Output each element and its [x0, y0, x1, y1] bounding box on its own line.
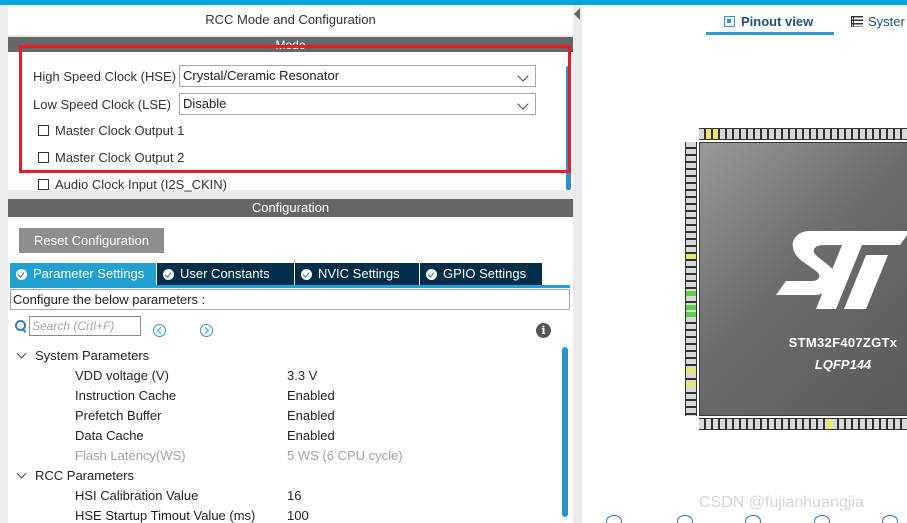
chevron-left-icon[interactable]: [153, 324, 166, 337]
param-name: Prefetch Buffer: [75, 407, 162, 423]
config-scrollbar[interactable]: [562, 347, 568, 517]
mcu-chip[interactable]: STM32F407ZGTx LQFP144: [685, 128, 907, 430]
param-value: Enabled: [287, 427, 335, 443]
tab-user-constants[interactable]: User Constants: [157, 263, 294, 285]
zoom-toolbar: [600, 515, 900, 523]
zoom-in-icon[interactable]: [606, 515, 622, 523]
configuration-header: Configuration: [8, 199, 573, 217]
configuration-section: Configuration Reset Configuration Parame…: [8, 199, 573, 523]
list-icon: [851, 15, 863, 27]
param-name: VDD voltage (V): [75, 367, 169, 383]
panel-title: RCC Mode and Configuration: [8, 5, 573, 35]
check-circle-icon: [301, 268, 312, 280]
pin-highlight: [686, 254, 696, 259]
param-name: Flash Latency(WS): [75, 447, 186, 463]
st-logo: [776, 231, 907, 309]
check-circle-icon: [16, 268, 27, 280]
collapse-arrow-icon[interactable]: [574, 8, 580, 20]
tab-parameter-settings[interactable]: Parameter Settings: [10, 263, 156, 285]
audio-clock-input-checkbox[interactable]: [38, 178, 49, 190]
pin-assigned[interactable]: [686, 312, 696, 317]
group-label: RCC Parameters: [35, 467, 134, 483]
tab-gpio-settings[interactable]: GPIO Settings: [420, 263, 542, 285]
config-description: Configure the below parameters :: [10, 289, 570, 310]
fit-icon[interactable]: [677, 515, 693, 523]
tab-pinout-view[interactable]: Pinout view: [706, 11, 834, 35]
search-row: [14, 316, 141, 336]
chip-package: LQFP144: [814, 357, 872, 372]
param-value: 3.3 V: [287, 367, 318, 383]
pin-highlight: [827, 419, 832, 429]
search-icon[interactable]: [882, 515, 898, 523]
tab-label: Pinout view: [741, 13, 814, 29]
pins-top: [699, 128, 907, 140]
audio-clock-input-row[interactable]: Audio Clock Input (I2S_CKIN): [38, 175, 227, 193]
param-value: Enabled: [287, 407, 335, 423]
group-rcc-parameters[interactable]: RCC Parameters: [14, 465, 134, 485]
param-name: HSI Calibration Value: [75, 487, 199, 503]
param-value: 16: [287, 487, 302, 503]
pins-left: [685, 142, 697, 416]
chevron-right-icon[interactable]: [200, 324, 213, 337]
tab-label: User Constants: [180, 266, 270, 281]
check-circle-icon: [426, 268, 437, 280]
search-input[interactable]: [29, 316, 141, 336]
info-icon[interactable]: i: [536, 323, 551, 338]
chevron-down-icon: [16, 348, 27, 358]
config-tabs: Parameter Settings User Constants NVIC S…: [10, 263, 543, 285]
param-name: Data Cache: [75, 427, 144, 443]
tab-label: Syster: [868, 13, 905, 29]
pinout-panel: Pinout view Syster STM32F407ZGTx LQFP144: [582, 5, 907, 523]
tab-label: NVIC Settings: [318, 266, 400, 281]
highlight-box: [19, 45, 571, 173]
chip-body: STM32F407ZGTx LQFP144: [699, 142, 907, 416]
tabs-underline: [10, 285, 570, 288]
search-icon: [14, 319, 28, 333]
param-value: 5 WS (6 CPU cycle): [287, 447, 403, 463]
audio-clock-input-label: Audio Clock Input (I2S_CKIN): [55, 176, 227, 192]
group-label: System Parameters: [35, 347, 150, 363]
tab-label: GPIO Settings: [443, 266, 527, 281]
pins-bottom: [699, 418, 907, 430]
panel-splitter[interactable]: [574, 5, 582, 523]
tab-system-view[interactable]: Syster: [851, 11, 905, 31]
rcc-panel: RCC Mode and Configuration Mode High Spe…: [0, 5, 574, 523]
pin-assigned[interactable]: [686, 305, 696, 310]
check-circle-icon: [163, 268, 174, 280]
chip-part-number: STM32F407ZGTx: [788, 335, 898, 350]
chip-icon: [724, 15, 735, 27]
param-name: Instruction Cache: [75, 387, 177, 403]
pin-highlight: [686, 368, 696, 373]
reset-configuration-button[interactable]: Reset Configuration: [19, 228, 164, 253]
tab-nvic-settings[interactable]: NVIC Settings: [295, 263, 419, 285]
param-name: HSE Startup Timout Value (ms): [75, 507, 256, 523]
param-value: 100: [287, 507, 309, 523]
rotate-icon[interactable]: [814, 515, 830, 523]
group-system-parameters[interactable]: System Parameters: [14, 345, 149, 365]
zoom-out-icon[interactable]: [745, 515, 761, 523]
tab-active-underline: [706, 32, 834, 35]
pin-highlight: [686, 382, 696, 387]
watermark: CSDN @fujianhuangjia: [699, 494, 864, 511]
pin-assigned[interactable]: [686, 291, 696, 296]
pin-highlight: [713, 129, 718, 139]
tab-label: Parameter Settings: [33, 266, 145, 281]
chevron-down-icon: [16, 468, 27, 478]
pin-highlight: [706, 129, 711, 139]
param-value: Enabled: [287, 387, 335, 403]
